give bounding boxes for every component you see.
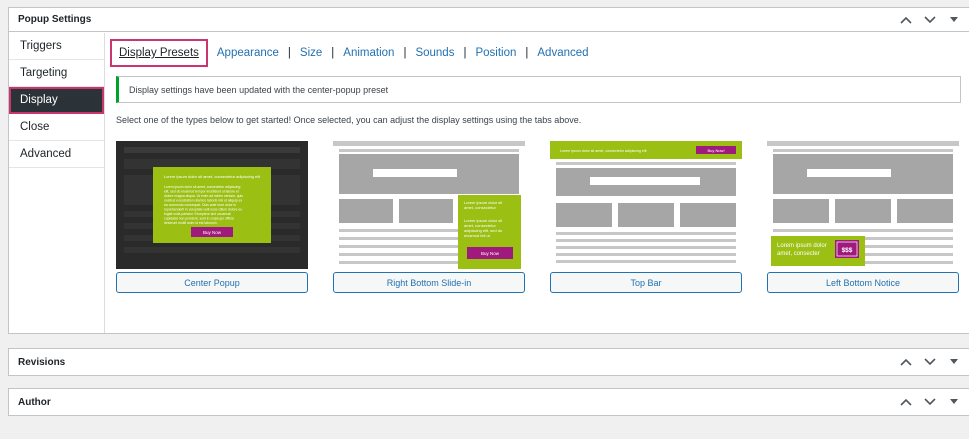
popup-settings-title: Popup Settings xyxy=(18,14,92,25)
popup-cta: Buy Now xyxy=(203,230,222,235)
success-notice: Display settings have been updated with … xyxy=(116,76,961,103)
preset-center-popup: Lorem ipsum dolor sit amet, consectetur … xyxy=(116,141,308,293)
topbar-cta: Buy Now! xyxy=(707,148,724,153)
preset-right-bottom-slide-in: Lorem ipsum dolor sit amet, consectetur … xyxy=(333,141,525,293)
chevron-down-icon[interactable] xyxy=(921,11,939,29)
sidebar-item-close[interactable]: Close xyxy=(9,114,104,141)
center-popup-button[interactable]: Center Popup xyxy=(116,272,308,293)
tab-advanced[interactable]: Advanced xyxy=(528,47,597,59)
tab-sounds[interactable]: Sounds xyxy=(406,47,463,59)
popup-line: dolore magna aliqua. Ut enim ad minim ve… xyxy=(164,194,243,198)
preset-thumbnail[interactable]: Lorem ipsum dolor sit amet, consectetur … xyxy=(333,141,525,269)
revisions-box: Revisions xyxy=(8,348,969,376)
preset-thumbnail[interactable]: Lorem ipsum dolor amet, consecter $$$ xyxy=(767,141,959,269)
settings-sidebar: Triggers Targeting Display Close Advance… xyxy=(9,33,105,333)
topbar-text: Lorem ipsum dolor sit amet, consectetur … xyxy=(560,149,647,153)
popup-settings-body: Triggers Targeting Display Close Advance… xyxy=(9,33,969,333)
author-title: Author xyxy=(18,396,51,408)
notice-line: amet, consecter xyxy=(777,251,820,257)
preset-left-bottom-notice: Lorem ipsum dolor amet, consecter $$$ Le… xyxy=(767,141,959,293)
slidein-line: eiusmod tell ut xyxy=(464,233,491,238)
popup-heading: Lorem ipsum dolor sit amet, consectetur … xyxy=(164,174,261,179)
chevron-down-icon[interactable] xyxy=(921,393,939,411)
handle-actions xyxy=(897,353,969,371)
chevron-up-icon[interactable] xyxy=(897,11,915,29)
slidein-cta: Buy Now xyxy=(481,251,500,256)
sidebar-item-advanced[interactable]: Advanced xyxy=(9,141,104,168)
popup-line: ea commodo consequat. Duis aute irure do… xyxy=(164,203,236,207)
popup-line: reprehenderit in voluptate velit esse ci… xyxy=(164,208,242,212)
right-bottom-slide-in-button[interactable]: Right Bottom Slide-in xyxy=(333,272,525,293)
notice-cta: $$$ xyxy=(842,247,853,254)
popup-line: nostrud exercitation ullamco laboris nis… xyxy=(164,199,243,203)
popup-line: Lorem ipsum dolor sit amet, consectetur … xyxy=(164,185,240,189)
tab-display-presets[interactable]: Display Presets xyxy=(110,39,208,67)
top-bar-button[interactable]: Top Bar xyxy=(550,272,742,293)
settings-main: Display Presets Appearance | Size | Anim… xyxy=(105,33,969,333)
preset-thumbnail[interactable]: Lorem ipsum dolor sit amet, consectetur … xyxy=(116,141,308,269)
slidein-line: amet, consectetur xyxy=(464,205,496,210)
notice-text: Display settings have been updated with … xyxy=(129,84,389,95)
popup-line: cupidatat non proident, sunt in culpa qu… xyxy=(164,217,234,221)
caret-down-icon[interactable] xyxy=(945,393,963,411)
popup-line: elit, sed do eiusmod tempor incididunt u… xyxy=(164,190,239,194)
popup-settings-box: Popup Settings Triggers Targeting Displa… xyxy=(8,7,969,334)
handle-actions xyxy=(897,393,969,411)
chevron-up-icon[interactable] xyxy=(897,353,915,371)
revisions-header[interactable]: Revisions xyxy=(9,349,969,375)
sidebar-item-targeting[interactable]: Targeting xyxy=(9,60,104,87)
popup-line: deserunt mollit anim id est laborum. xyxy=(164,221,218,225)
intro-text: Select one of the types below to get sta… xyxy=(116,115,582,125)
tab-size[interactable]: Size xyxy=(291,47,331,59)
popup-line: fugiat nulla pariatur. Excepteur sint oc… xyxy=(164,212,231,216)
author-header[interactable]: Author xyxy=(9,389,969,415)
tab-appearance[interactable]: Appearance xyxy=(208,47,288,59)
display-tabs: Display Presets Appearance | Size | Anim… xyxy=(110,38,598,68)
caret-down-icon[interactable] xyxy=(945,353,963,371)
preset-thumbnail[interactable]: Lorem ipsum dolor sit amet, consectetur … xyxy=(550,141,742,269)
handle-actions xyxy=(897,11,969,29)
popup-settings-header: Popup Settings xyxy=(9,8,969,32)
caret-down-icon[interactable] xyxy=(945,11,963,29)
tab-animation[interactable]: Animation xyxy=(334,47,403,59)
sidebar-item-triggers[interactable]: Triggers xyxy=(9,33,104,60)
preset-top-bar: Lorem ipsum dolor sit amet, consectetur … xyxy=(550,141,742,293)
left-bottom-notice-button[interactable]: Left Bottom Notice xyxy=(767,272,959,293)
notice-line: Lorem ipsum dolor xyxy=(777,243,827,249)
revisions-title: Revisions xyxy=(18,356,66,368)
chevron-down-icon[interactable] xyxy=(921,353,939,371)
chevron-up-icon[interactable] xyxy=(897,393,915,411)
tab-position[interactable]: Position xyxy=(466,47,525,59)
author-box: Author xyxy=(8,388,969,416)
sidebar-item-display[interactable]: Display xyxy=(9,87,104,114)
